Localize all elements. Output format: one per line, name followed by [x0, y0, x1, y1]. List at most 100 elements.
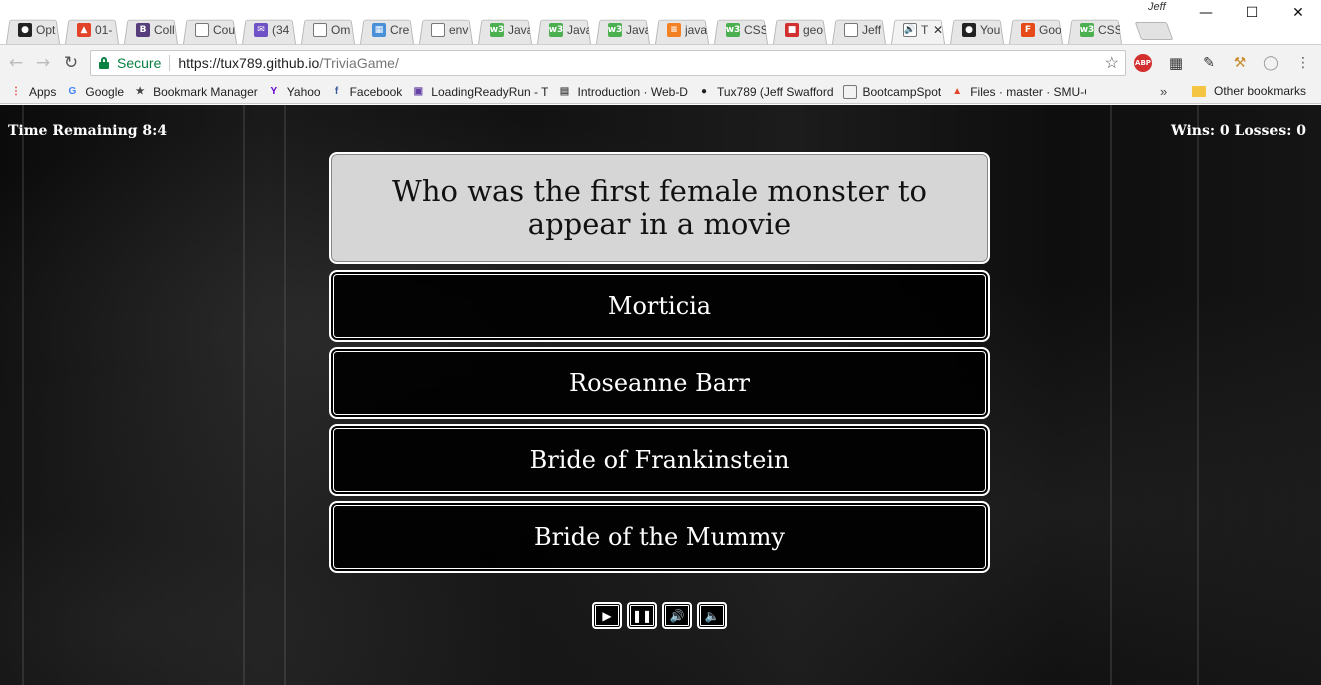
w3schools-icon: w3 [725, 23, 741, 37]
lock-icon [99, 57, 109, 69]
maximize-icon[interactable]: ☐ [1229, 0, 1275, 26]
pause-icon[interactable]: ❚❚ [627, 602, 657, 629]
question-box: Who was the first female monster to appe… [329, 152, 990, 264]
browser-tab[interactable]: Jeff [830, 16, 888, 44]
bookmark-label: Tux789 (Jeff Swafford [716, 84, 834, 99]
browser-tab[interactable]: Cou [181, 16, 239, 44]
twitch-icon: ▣ [413, 86, 424, 97]
secure-label: Secure [117, 55, 162, 71]
browser-tab[interactable]: w3Java [476, 16, 534, 44]
time-remaining: Time Remaining 8:4 [8, 123, 168, 139]
tabs: ●Opt▲01-BCollCou✉(34Om▦Creenvw3Javaw3Jav… [4, 16, 1125, 44]
bookmark-item[interactable]: ★ Bookmark Manager [133, 85, 258, 99]
browser-tab[interactable]: ▲ 01- [63, 16, 121, 44]
folder-icon [1192, 85, 1206, 97]
bookmark-label: Introduction · Web-D [577, 84, 688, 99]
browser-tab[interactable]: ● You [948, 16, 1006, 44]
play-icon[interactable]: ▶ [592, 602, 622, 629]
page-icon [844, 23, 858, 37]
w3schools-icon: w3 [548, 23, 564, 37]
bookmark-item[interactable]: ⋮ Apps [9, 85, 56, 99]
bookmark-label: Bookmark Manager [153, 84, 258, 99]
w3schools-icon: w3 [1079, 23, 1095, 37]
browser-tab[interactable]: ▦ Cre [358, 16, 416, 44]
close-window-icon[interactable]: ✕ [1275, 0, 1321, 26]
firebase-icon: F [1021, 23, 1035, 37]
github-icon: ● [18, 23, 32, 37]
bookmark-item[interactable]: f Facebook [330, 85, 402, 99]
menu-dots-icon[interactable]: ⋮ [1294, 54, 1312, 72]
background-streak [284, 105, 286, 685]
url-host: https://tux789.github.io [178, 55, 320, 71]
browser-tab[interactable]: ✉ (34 [240, 16, 298, 44]
url-path: /TriviaGame/ [319, 55, 399, 71]
bookmarks-overflow-icon[interactable]: » [1160, 84, 1167, 99]
tab-title: Java [626, 23, 648, 37]
browser-tab[interactable]: F Goo [1007, 16, 1065, 44]
page-icon [195, 23, 209, 37]
stackoverflow-icon: ≡ [667, 23, 681, 37]
answer-button[interactable]: Morticia [329, 270, 990, 342]
bookmark-item[interactable]: ▲ Files · master · SMU-C [950, 85, 1086, 99]
bookmark-item[interactable]: G Google [65, 85, 124, 99]
answer-button[interactable]: Roseanne Barr [329, 347, 990, 419]
tab-strip: ●Opt▲01-BCollCou✉(34Om▦Creenvw3Javaw3Jav… [0, 0, 1321, 44]
browser-tab[interactable]: Om [299, 16, 357, 44]
back-icon[interactable]: ← [5, 52, 27, 74]
tab-title: 01- [95, 23, 113, 37]
browser-tab[interactable]: w3 CSS [1066, 16, 1124, 44]
bookmark-item[interactable]: ▣ LoadingReadyRun - T [411, 84, 549, 99]
tab-title: Cou [213, 23, 235, 37]
bookmark-item[interactable]: Y Yahoo [267, 85, 320, 99]
browser-tab[interactable]: env [417, 16, 475, 44]
tab-title: Jeff [862, 23, 882, 37]
mail-icon: ✉ [254, 23, 268, 37]
google-icon: G [68, 86, 77, 97]
bookmark-star-icon[interactable]: ☆ [1105, 53, 1119, 73]
browser-tab[interactable]: ● Opt [4, 16, 62, 44]
volume-up-icon[interactable]: 🔊 [662, 602, 692, 629]
gitlab-icon: ▲ [952, 86, 963, 97]
browser-tab[interactable]: w3Java [535, 16, 593, 44]
bookmark-label: Apps [29, 84, 57, 99]
other-bookmarks[interactable]: Other bookmarks [1192, 84, 1306, 98]
yahoo-icon: Y [270, 86, 278, 97]
browser-tab[interactable]: ≡ java [653, 16, 711, 44]
bookmark-item[interactable]: BootcampSpot [842, 84, 941, 99]
film-icon[interactable]: ▦ [1167, 54, 1185, 72]
forward-icon[interactable]: → [32, 52, 54, 74]
bookmark-label: LoadingReadyRun - T [431, 84, 549, 99]
address-bar[interactable]: Secure https://tux789.github.io/TriviaGa… [90, 50, 1126, 76]
minimize-icon[interactable]: — [1183, 0, 1229, 26]
tab-close-icon[interactable]: ✕ [933, 23, 943, 37]
adblock-icon[interactable]: ABP [1134, 54, 1152, 72]
bookmark-item[interactable]: ▤ Introduction · Web-D [557, 85, 688, 99]
profile-name[interactable]: Jeff [1148, 1, 1166, 13]
tab-title: CSS [744, 23, 766, 37]
background-streak [22, 105, 24, 685]
geo-icon: ■ [785, 23, 799, 37]
page-icon [431, 23, 445, 37]
facebook-icon: f [334, 86, 339, 97]
tab-title: Opt [36, 23, 56, 37]
browser-tab[interactable]: B Coll [122, 16, 180, 44]
w3schools-icon: w3 [607, 23, 623, 37]
answer-button[interactable]: Bride of the Mummy [329, 501, 990, 573]
answer-button[interactable]: Bride of Frankinstein [329, 424, 990, 496]
tab-title: env [449, 23, 469, 37]
bookmark-item[interactable]: ● Tux789 (Jeff Swafford [697, 85, 834, 99]
background-streak [1110, 105, 1112, 685]
extension-circle-icon[interactable]: ◯ [1262, 54, 1280, 72]
new-tab-button[interactable] [1134, 22, 1174, 40]
eyedropper-icon[interactable]: ✎ [1200, 54, 1218, 72]
tab-title: You [980, 23, 1001, 37]
browser-tab[interactable]: ■ geo [771, 16, 829, 44]
volume-down-icon[interactable]: 🔈 [697, 602, 727, 629]
browser-tab[interactable]: w3 CSS [712, 16, 770, 44]
browser-tab[interactable]: w3Java [594, 16, 652, 44]
reload-icon[interactable]: ↻ [60, 52, 82, 74]
browser-tab[interactable]: 🔊 T ✕ [889, 16, 947, 44]
background-streak [243, 105, 245, 685]
bootstrap-icon: B [136, 23, 150, 37]
hammer-icon[interactable]: ⚒ [1231, 54, 1249, 72]
